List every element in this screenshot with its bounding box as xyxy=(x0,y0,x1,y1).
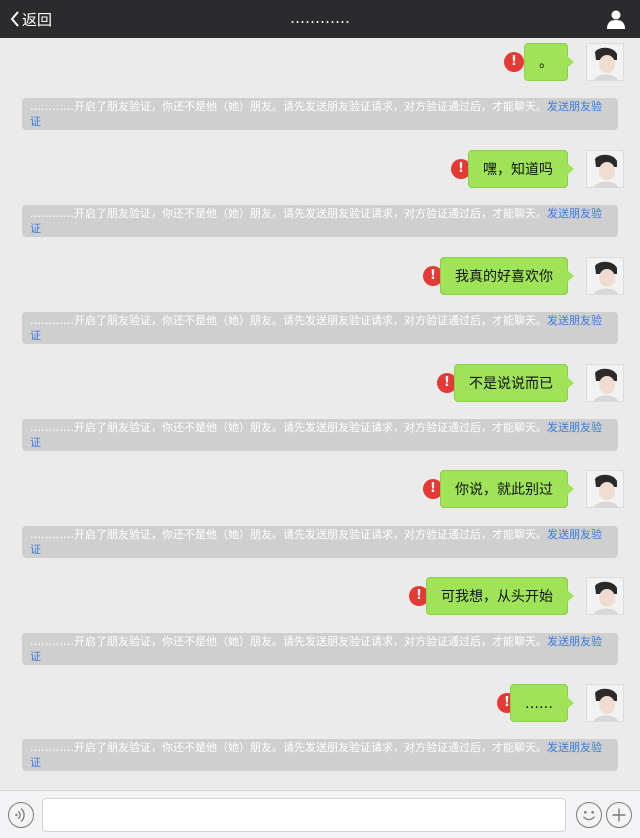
message-bubble[interactable]: 不是说说而已 xyxy=(454,364,574,402)
message-bubble[interactable]: 我真的好喜欢你 xyxy=(440,257,574,295)
message-bubble[interactable]: 。 xyxy=(524,43,574,81)
notice-text: …………开启了朋友验证，你还不是他（她）朋友。请先发送朋友验证请求，对方验证通过… xyxy=(30,741,547,754)
plus-icon[interactable] xyxy=(606,802,632,828)
message-bubble[interactable]: 你说，就此别过 xyxy=(440,470,574,508)
message-input[interactable] xyxy=(42,798,566,832)
notice-text: …………开启了朋友验证，你还不是他（她）朋友。请先发送朋友验证请求，对方验证通过… xyxy=(30,421,547,434)
message-bubble[interactable]: 嘿，知道吗 xyxy=(468,150,574,188)
system-notice: …………开启了朋友验证，你还不是他（她）朋友。请先发送朋友验证请求，对方验证通过… xyxy=(22,205,618,237)
message-bubble[interactable]: 可我想，从头开始 xyxy=(426,577,574,615)
chat-title: ………… xyxy=(290,9,350,27)
system-notice: …………开启了朋友验证，你还不是他（她）朋友。请先发送朋友验证请求，对方验证通过… xyxy=(22,419,618,451)
avatar[interactable] xyxy=(586,43,624,81)
avatar[interactable] xyxy=(586,577,624,615)
avatar[interactable] xyxy=(586,364,624,402)
avatar[interactable] xyxy=(586,470,624,508)
input-bar xyxy=(0,790,640,838)
system-notice: …………开启了朋友验证，你还不是他（她）朋友。请先发送朋友验证请求，对方验证通过… xyxy=(22,633,618,665)
message-bubble[interactable]: …… xyxy=(510,684,574,722)
system-notice: …………开启了朋友验证，你还不是他（她）朋友。请先发送朋友验证请求，对方验证通过… xyxy=(22,526,618,558)
avatar[interactable] xyxy=(586,150,624,188)
system-notice: …………开启了朋友验证，你还不是他（她）朋友。请先发送朋友验证请求，对方验证通过… xyxy=(22,739,618,771)
notice-text: …………开启了朋友验证，你还不是他（她）朋友。请先发送朋友验证请求，对方验证通过… xyxy=(30,100,547,113)
voice-icon[interactable] xyxy=(8,802,34,828)
system-notice: …………开启了朋友验证，你还不是他（她）朋友。请先发送朋友验证请求，对方验证通过… xyxy=(22,312,618,344)
emoji-icon[interactable] xyxy=(576,802,602,828)
notice-text: …………开启了朋友验证，你还不是他（她）朋友。请先发送朋友验证请求，对方验证通过… xyxy=(30,528,547,541)
nav-bar: 返回 ………… xyxy=(0,0,640,38)
notice-text: …………开启了朋友验证，你还不是他（她）朋友。请先发送朋友验证请求，对方验证通过… xyxy=(30,314,547,327)
notice-text: …………开启了朋友验证，你还不是他（她）朋友。请先发送朋友验证请求，对方验证通过… xyxy=(30,207,547,220)
send-failed-icon[interactable]: ! xyxy=(504,52,524,72)
system-notice: …………开启了朋友验证，你还不是他（她）朋友。请先发送朋友验证请求，对方验证通过… xyxy=(22,98,618,130)
person-icon[interactable] xyxy=(606,9,626,29)
avatar[interactable] xyxy=(586,684,624,722)
avatar[interactable] xyxy=(586,257,624,295)
notice-text: …………开启了朋友验证，你还不是他（她）朋友。请先发送朋友验证请求，对方验证通过… xyxy=(30,635,547,648)
message-list[interactable]: ! 。 …………开启了朋友验证，你还不是他（她）朋友。请先发送朋友验证请求，对方… xyxy=(0,38,640,790)
